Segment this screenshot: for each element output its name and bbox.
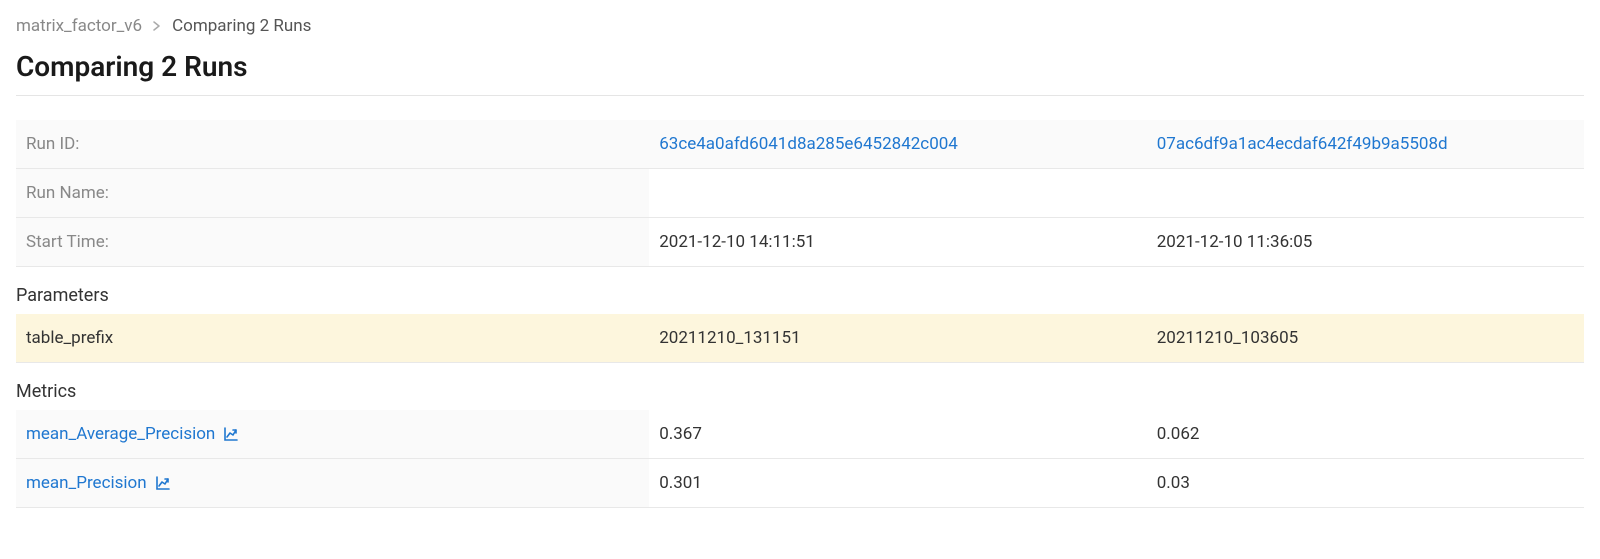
run-id-link-2[interactable]: 07ac6df9a1ac4ecdaf642f49b9a5508d — [1157, 134, 1448, 154]
run-id-label: Run ID: — [16, 120, 649, 169]
metrics-section-title: Metrics — [16, 381, 1584, 402]
chevron-right-icon — [152, 17, 162, 35]
metric-row-mean-precision: mean_Precision 0.301 0.03 — [16, 459, 1584, 508]
metric-value-2: 0.062 — [1147, 410, 1584, 459]
run-id-link-1[interactable]: 63ce4a0afd6041d8a285e6452842c004 — [659, 134, 958, 154]
metric-value-2: 0.03 — [1147, 459, 1584, 508]
breadcrumb-current: Comparing 2 Runs — [172, 16, 311, 36]
start-time-value-1: 2021-12-10 14:11:51 — [649, 218, 1147, 267]
run-name-value-2 — [1147, 169, 1584, 218]
chart-icon — [155, 475, 171, 491]
metric-value-1: 0.367 — [649, 410, 1147, 459]
param-label: table_prefix — [16, 314, 649, 363]
param-value-1: 20211210_131151 — [649, 314, 1147, 363]
metric-link-mean-precision[interactable]: mean_Precision — [26, 473, 171, 493]
metric-link-mean-average-precision[interactable]: mean_Average_Precision — [26, 424, 239, 444]
chart-icon — [223, 426, 239, 442]
metric-label: mean_Average_Precision — [26, 424, 215, 444]
breadcrumb-parent-link[interactable]: matrix_factor_v6 — [16, 16, 142, 36]
parameter-row-table-prefix: table_prefix 20211210_131151 20211210_10… — [16, 314, 1584, 363]
parameters-table: table_prefix 20211210_131151 20211210_10… — [16, 314, 1584, 363]
metric-row-mean-average-precision: mean_Average_Precision 0.367 0.062 — [16, 410, 1584, 459]
start-time-value-2: 2021-12-10 11:36:05 — [1147, 218, 1584, 267]
param-value-2: 20211210_103605 — [1147, 314, 1584, 363]
divider — [16, 95, 1584, 96]
parameters-section-title: Parameters — [16, 285, 1584, 306]
run-name-label: Run Name: — [16, 169, 649, 218]
run-info-table: Run ID: 63ce4a0afd6041d8a285e6452842c004… — [16, 120, 1584, 267]
start-time-label: Start Time: — [16, 218, 649, 267]
metric-value-1: 0.301 — [649, 459, 1147, 508]
run-name-value-1 — [649, 169, 1147, 218]
page-title: Comparing 2 Runs — [16, 50, 1584, 83]
breadcrumb: matrix_factor_v6 Comparing 2 Runs — [16, 16, 1584, 36]
metric-label: mean_Precision — [26, 473, 147, 493]
metrics-table: mean_Average_Precision 0.367 0.062 mean_… — [16, 410, 1584, 508]
